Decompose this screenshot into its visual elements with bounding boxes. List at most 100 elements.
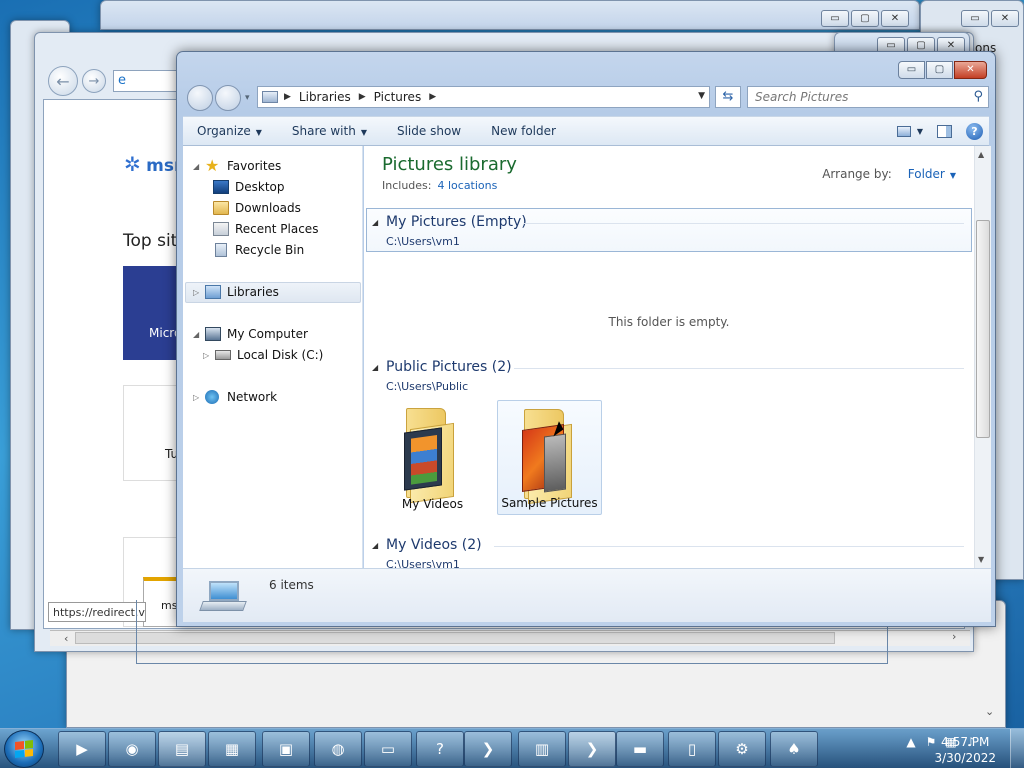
arrange-by-dropdown[interactable]: Folder	[908, 167, 945, 181]
chevron-right-icon[interactable]: ▶	[429, 92, 436, 102]
powershell-icon[interactable]: ❯	[464, 731, 512, 767]
expand-icon[interactable]: ▷	[203, 351, 213, 360]
minimize-button[interactable]: ▭	[898, 61, 925, 79]
command-prompt-icon[interactable]: ▬	[616, 731, 664, 767]
scroll-up-arrow[interactable]: ▲	[978, 150, 984, 159]
address-dropdown-icon[interactable]: ▼	[698, 91, 705, 101]
folder-tile-my-videos[interactable]: My Videos	[380, 400, 485, 515]
taskbar: ▶ ◉ ▤ ▦ ▣ ◍ ▭ ? ❯ ▥ ❯ ▬ ▯ ⚙ ♠ ▲ ⚑ ▦ ♪ 4:…	[0, 728, 1024, 768]
projector-icon[interactable]: ▭	[364, 731, 412, 767]
expand-icon[interactable]: ▷	[193, 393, 203, 402]
scrollbar-thumb[interactable]	[976, 220, 990, 438]
close-button[interactable]: ✕	[881, 10, 909, 27]
forward-button[interactable]	[215, 85, 241, 111]
share-with-menu[interactable]: Share with ▼	[292, 124, 367, 138]
butterfly-icon: ✲	[124, 152, 141, 176]
nav-my-computer[interactable]: ◢ My Computer	[193, 327, 308, 341]
vertical-scrollbar[interactable]: ▲ ▼	[974, 146, 991, 568]
downloads-folder-icon	[213, 201, 229, 215]
nav-network[interactable]: ▷ Network	[193, 390, 277, 404]
nav-libraries[interactable]: ▷ Libraries	[193, 285, 279, 299]
maximize-button[interactable]: ▢	[926, 61, 953, 79]
new-folder-button[interactable]: New folder	[491, 124, 556, 138]
scroll-right-arrow[interactable]: ›	[952, 630, 956, 643]
address-bar[interactable]: ▶ Libraries ▶ Pictures ▶ ▼	[257, 86, 710, 108]
change-view-icon[interactable]	[896, 126, 911, 137]
chevron-right-icon[interactable]: ▶	[284, 92, 291, 102]
nav-desktop[interactable]: Desktop	[213, 180, 285, 194]
explorer-taskbar-icon[interactable]: ▤	[158, 731, 206, 767]
breadcrumb-libraries[interactable]: Libraries	[299, 90, 351, 104]
back-button[interactable]	[187, 85, 213, 111]
nav-downloads[interactable]: Downloads	[213, 201, 301, 215]
nav-recent-places[interactable]: Recent Places	[213, 222, 318, 236]
collapse-icon[interactable]: ◢	[372, 541, 378, 550]
expand-icon[interactable]: ▷	[193, 288, 203, 297]
site-tile-2[interactable]: Tu	[123, 385, 181, 481]
group-path: C:\Users\Public	[386, 380, 469, 393]
start-button[interactable]	[4, 730, 44, 768]
group-header[interactable]: ◢ Public Pictures (2)	[372, 359, 512, 375]
scroll-down-arrow[interactable]: ▼	[978, 555, 984, 564]
notepad-icon[interactable]: ▯	[668, 731, 716, 767]
collapse-icon[interactable]: ◢	[372, 363, 378, 372]
back-icon[interactable]: ←	[48, 66, 78, 96]
search-icon[interactable]: ⚲	[973, 89, 983, 104]
forward-icon[interactable]: →	[82, 69, 106, 93]
refresh-button[interactable]: ⇆	[715, 86, 741, 108]
group-divider	[514, 368, 964, 369]
close-button[interactable]: ✕	[954, 61, 987, 79]
nav-buttons: ▾	[187, 85, 254, 111]
disk-icon	[215, 350, 231, 360]
group-header[interactable]: ◢ My Videos (2)	[372, 537, 482, 553]
browser-address-bar[interactable]: e	[113, 70, 178, 92]
minimize-button[interactable]: ▭	[821, 10, 849, 27]
recent-pages-dropdown[interactable]: ▾	[245, 93, 250, 103]
nav-recycle-bin[interactable]: Recycle Bin	[213, 243, 304, 257]
collapse-icon[interactable]: ◢	[193, 162, 203, 171]
maximize-button[interactable]: ▢	[851, 10, 879, 27]
show-desktop-button[interactable]	[1010, 729, 1024, 768]
status-url: https://redirect.v	[48, 602, 146, 622]
preview-pane-icon[interactable]	[937, 125, 952, 138]
chrome-icon[interactable]: ◉	[108, 731, 156, 767]
solitaire-icon[interactable]: ♠	[770, 731, 818, 767]
media-player-icon[interactable]: ▶	[58, 731, 106, 767]
help-icon[interactable]: ?	[966, 123, 983, 140]
item-count: 6 items	[269, 578, 314, 592]
library-icon	[262, 91, 278, 103]
locations-link[interactable]: 4 locations	[437, 179, 497, 192]
picture-viewer-icon[interactable]: ▣	[262, 731, 310, 767]
network-icon	[205, 390, 219, 404]
network-settings-icon[interactable]: ▦	[208, 731, 256, 767]
search-input[interactable]: Search Pictures ⚲	[747, 86, 989, 108]
organize-menu[interactable]: Organize ▼	[197, 124, 262, 138]
group-header[interactable]: ◢ My Pictures (Empty)	[372, 214, 527, 230]
collapse-icon[interactable]: ◢	[193, 330, 203, 339]
view-dropdown-icon[interactable]: ▼	[917, 127, 923, 136]
chevron-down-icon[interactable]: ▼	[950, 171, 956, 180]
nav-local-disk[interactable]: ▷ Local Disk (C:)	[203, 348, 323, 362]
scroll-left-arrow[interactable]: ‹	[64, 632, 68, 645]
minimize-button[interactable]: ▭	[961, 10, 989, 27]
clock[interactable]: 4:57 PM 3/30/2022	[934, 734, 996, 766]
help-taskbar-icon[interactable]: ?	[416, 731, 464, 767]
powershell-ise-icon[interactable]: ❯	[568, 731, 616, 767]
collapse-icon[interactable]: ◢	[372, 218, 378, 227]
site-tile-microsoft[interactable]: Micro	[123, 266, 181, 360]
folder-tile-sample-pictures[interactable]: Sample Pictures	[497, 400, 602, 515]
chevron-right-icon[interactable]: ▶	[359, 92, 366, 102]
speaker-app-icon[interactable]: ◍	[314, 731, 362, 767]
nav-favorites[interactable]: ◢ ★ Favorites	[193, 158, 281, 174]
arrange-by: Arrange by: Folder ▼	[822, 167, 956, 181]
close-button[interactable]: ✕	[991, 10, 1019, 27]
show-hidden-icons[interactable]: ▲	[904, 735, 918, 749]
breadcrumb-pictures[interactable]: Pictures	[374, 90, 422, 104]
task-manager-icon[interactable]: ▥	[518, 731, 566, 767]
slide-show-button[interactable]: Slide show	[397, 124, 461, 138]
recent-places-icon	[213, 222, 229, 236]
device-manager-icon[interactable]: ⚙	[718, 731, 766, 767]
film-strip-icon	[404, 427, 442, 491]
windows-logo-icon	[15, 740, 33, 758]
scroll-down-arrow[interactable]: ⌄	[985, 705, 994, 718]
